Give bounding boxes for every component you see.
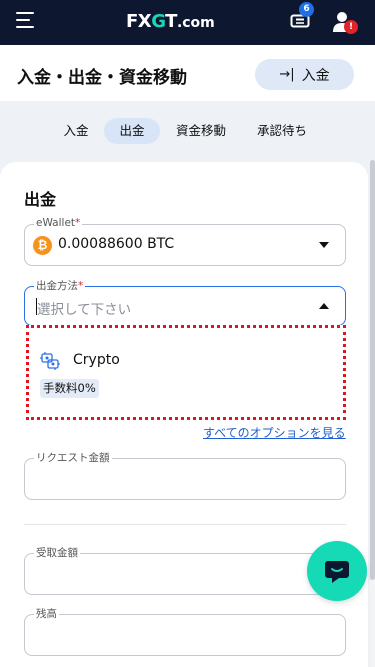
- page-header: 入金・出金・資金移動 →| 入金: [0, 45, 375, 101]
- deposit-button[interactable]: →| 入金: [255, 59, 354, 90]
- hamburger-menu-icon[interactable]: [16, 11, 36, 29]
- fee-badge: 手数料0%: [40, 379, 99, 398]
- ewallet-label: eWallet*: [34, 217, 83, 229]
- chevron-up-icon[interactable]: [319, 303, 329, 309]
- tab-withdraw[interactable]: 出金: [104, 118, 160, 144]
- login-arrow-icon: →|: [279, 67, 295, 82]
- live-chat-button[interactable]: [307, 541, 367, 601]
- withdraw-method-placeholder: 選択して下さい: [37, 302, 132, 318]
- text-cursor: [36, 298, 37, 315]
- method-option-crypto[interactable]: [26, 325, 346, 420]
- scrollbar-thumb[interactable]: [370, 160, 375, 580]
- tab-fund-transfer[interactable]: 資金移動: [168, 118, 234, 144]
- chevron-down-icon[interactable]: [319, 242, 329, 248]
- alert-badge: !: [344, 20, 358, 34]
- transaction-tabs: 入金 出金 資金移動 承認待ち: [0, 118, 375, 146]
- scrollbar[interactable]: [370, 160, 375, 667]
- tab-deposit[interactable]: 入金: [54, 118, 98, 144]
- view-all-options-link[interactable]: すべてのオプションを見る: [203, 424, 346, 441]
- method-option-label: Crypto: [73, 352, 120, 368]
- crypto-icon: [39, 350, 61, 372]
- fxgt-logo[interactable]: FXGT.com: [126, 11, 215, 32]
- received-amount-label: 受取金額: [34, 545, 80, 560]
- balance-label: 残高: [34, 606, 59, 621]
- top-nav-bar: FXGT.com 6 !: [0, 0, 375, 45]
- page-title: 入金・出金・資金移動: [17, 68, 187, 88]
- notification-count-badge: 6: [299, 2, 314, 17]
- request-amount-label: リクエスト金額: [34, 450, 112, 465]
- chat-bubble-icon: [325, 561, 349, 583]
- divider: [24, 524, 346, 525]
- section-title: 出金: [24, 190, 57, 209]
- balance-field[interactable]: [24, 614, 346, 656]
- withdraw-method-label: 出金方法*: [34, 278, 86, 293]
- ewallet-value: 0.00088600 BTC: [58, 236, 175, 252]
- tab-pending-approval[interactable]: 承認待ち: [248, 118, 316, 144]
- deposit-button-label: 入金: [301, 67, 330, 84]
- bitcoin-icon: ₿: [33, 236, 52, 255]
